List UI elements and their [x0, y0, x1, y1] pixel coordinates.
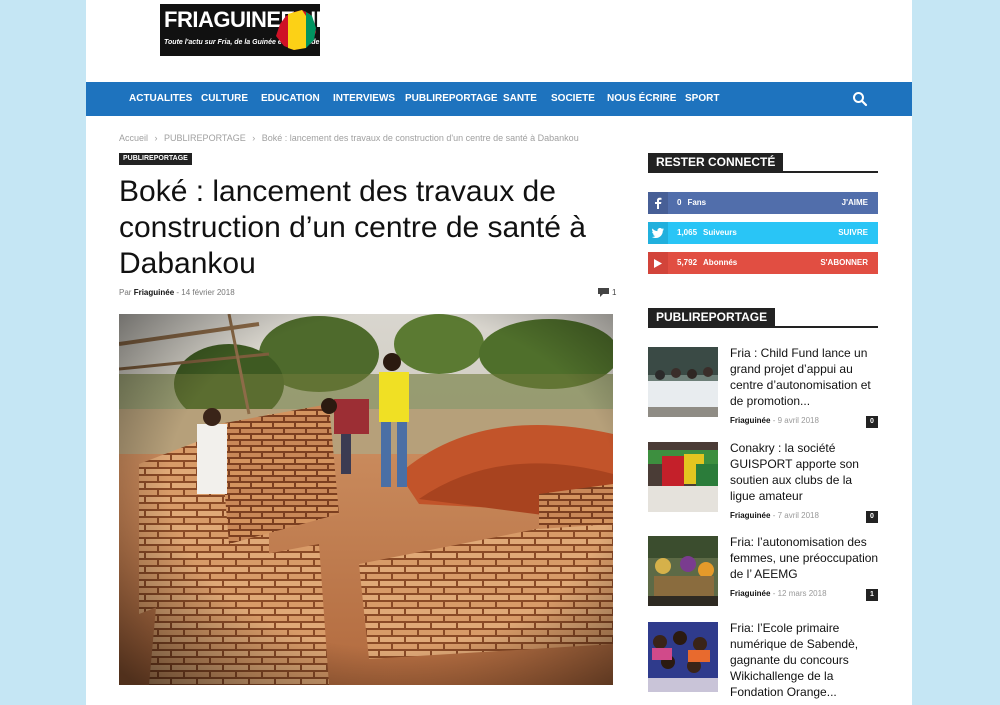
rester-connecte-title: RESTER CONNECTÉ	[648, 153, 784, 171]
post-meta-separator: -	[772, 589, 776, 598]
facebook-like-button[interactable]: J'AIME	[842, 192, 868, 214]
nav-item-nous-ecrire[interactable]: NOUS ÉCRIRE	[607, 82, 676, 116]
post-meta: Friaguinée - 9 avril 2018	[730, 416, 819, 425]
post-author[interactable]: Friaguinée	[730, 511, 770, 520]
post-author[interactable]: Friaguinée	[730, 589, 770, 598]
byline-separator: -	[176, 288, 180, 297]
post-thumbnail[interactable]	[648, 622, 718, 692]
article-author[interactable]: Friaguinée	[134, 288, 174, 297]
article-featured-image	[119, 314, 613, 685]
nav-item-societe[interactable]: SOCIETE	[551, 82, 595, 116]
facebook-label: Fans	[687, 198, 707, 207]
youtube-label: Abonnés	[703, 258, 738, 267]
post-meta: Friaguinée - 12 mars 2018	[730, 589, 827, 598]
breadcrumb-separator: ›	[154, 133, 158, 143]
post-author[interactable]: Friaguinée	[730, 416, 770, 425]
post-title[interactable]: Conakry : la société GUISPORT apporte so…	[730, 440, 880, 504]
post-thumbnail[interactable]	[648, 347, 718, 417]
twitter-icon	[648, 222, 668, 244]
article-byline: Par Friaguinée - 14 février 2018	[119, 288, 235, 297]
post-title[interactable]: Fria : Child Fund lance un grand projet …	[730, 345, 880, 409]
post-meta: Friaguinée - 7 avril 2018	[730, 511, 819, 520]
facebook-count: 0	[677, 198, 682, 207]
youtube-row[interactable]: 5,792 Abonnés S'ABONNER	[648, 252, 878, 274]
guinea-map-flag-icon	[276, 10, 316, 50]
youtube-subscribe-button[interactable]: S'ABONNER	[820, 252, 868, 274]
article-date: 14 février 2018	[181, 288, 235, 297]
post-comment-count[interactable]: 0	[866, 416, 878, 428]
comment-icon	[598, 288, 609, 298]
post-thumbnail[interactable]	[648, 536, 718, 606]
byline-prefix: Par	[119, 288, 132, 297]
twitter-label: Suiveurs	[703, 228, 737, 237]
page: FRIAGUINEE.NET Toute l'actu sur Fria, de…	[86, 0, 912, 705]
rester-connecte-header: RESTER CONNECTÉ	[648, 153, 878, 173]
twitter-count: 1,065	[677, 228, 698, 237]
facebook-row[interactable]: 0 Fans J'AIME	[648, 192, 878, 214]
post-comment-count[interactable]: 1	[866, 589, 878, 601]
nav-item-interviews[interactable]: INTERVIEWS	[333, 82, 395, 116]
nav-item-sport[interactable]: SPORT	[685, 82, 719, 116]
facebook-icon	[648, 192, 668, 214]
breadcrumb: Accueil › PUBLIREPORTAGE › Boké : lancem…	[119, 133, 583, 143]
post-meta-separator: -	[772, 416, 776, 425]
category-badge[interactable]: PUBLIREPORTAGE	[119, 153, 192, 165]
nav-item-sante[interactable]: SANTE	[503, 82, 537, 116]
breadcrumb-home[interactable]: Accueil	[119, 133, 148, 143]
breadcrumb-category[interactable]: PUBLIREPORTAGE	[164, 133, 246, 143]
publireportage-header: PUBLIREPORTAGE	[648, 308, 878, 328]
nav-item-publireportage[interactable]: PUBLIREPORTAGE	[405, 82, 498, 116]
youtube-play-icon	[648, 252, 668, 274]
twitter-follow-button[interactable]: SUIVRE	[838, 222, 868, 244]
nav-item-culture[interactable]: CULTURE	[201, 82, 248, 116]
post-title[interactable]: Fria: l’Ecole primaire numérique de Sabe…	[730, 620, 880, 700]
search-icon[interactable]	[852, 91, 868, 107]
main-navbar: ACTUALITES CULTURE EDUCATION INTERVIEWS …	[86, 82, 912, 116]
nav-item-education[interactable]: EDUCATION	[261, 82, 320, 116]
article-title: Boké : lancement des travaux de construc…	[119, 175, 586, 280]
post-date: 9 avril 2018	[777, 416, 819, 425]
twitter-row[interactable]: 1,065 Suiveurs SUIVRE	[648, 222, 878, 244]
comment-count-value: 1	[612, 288, 617, 297]
post-title[interactable]: Fria: l’autonomisation des femmes, une p…	[730, 534, 880, 582]
youtube-count: 5,792	[677, 258, 698, 267]
post-date: 12 mars 2018	[777, 589, 827, 598]
post-comment-count[interactable]: 0	[866, 511, 878, 523]
post-date: 7 avril 2018	[777, 511, 819, 520]
publireportage-title: PUBLIREPORTAGE	[648, 308, 776, 326]
post-thumbnail[interactable]	[648, 442, 718, 512]
breadcrumb-separator: ›	[252, 133, 256, 143]
nav-item-actualites[interactable]: ACTUALITES	[129, 82, 192, 116]
breadcrumb-current: Boké : lancement des travaux de construc…	[261, 133, 579, 143]
post-meta-separator: -	[772, 511, 776, 520]
comment-count[interactable]: 1	[598, 288, 617, 298]
site-logo[interactable]: FRIAGUINEE.NET Toute l'actu sur Fria, de…	[160, 4, 343, 56]
